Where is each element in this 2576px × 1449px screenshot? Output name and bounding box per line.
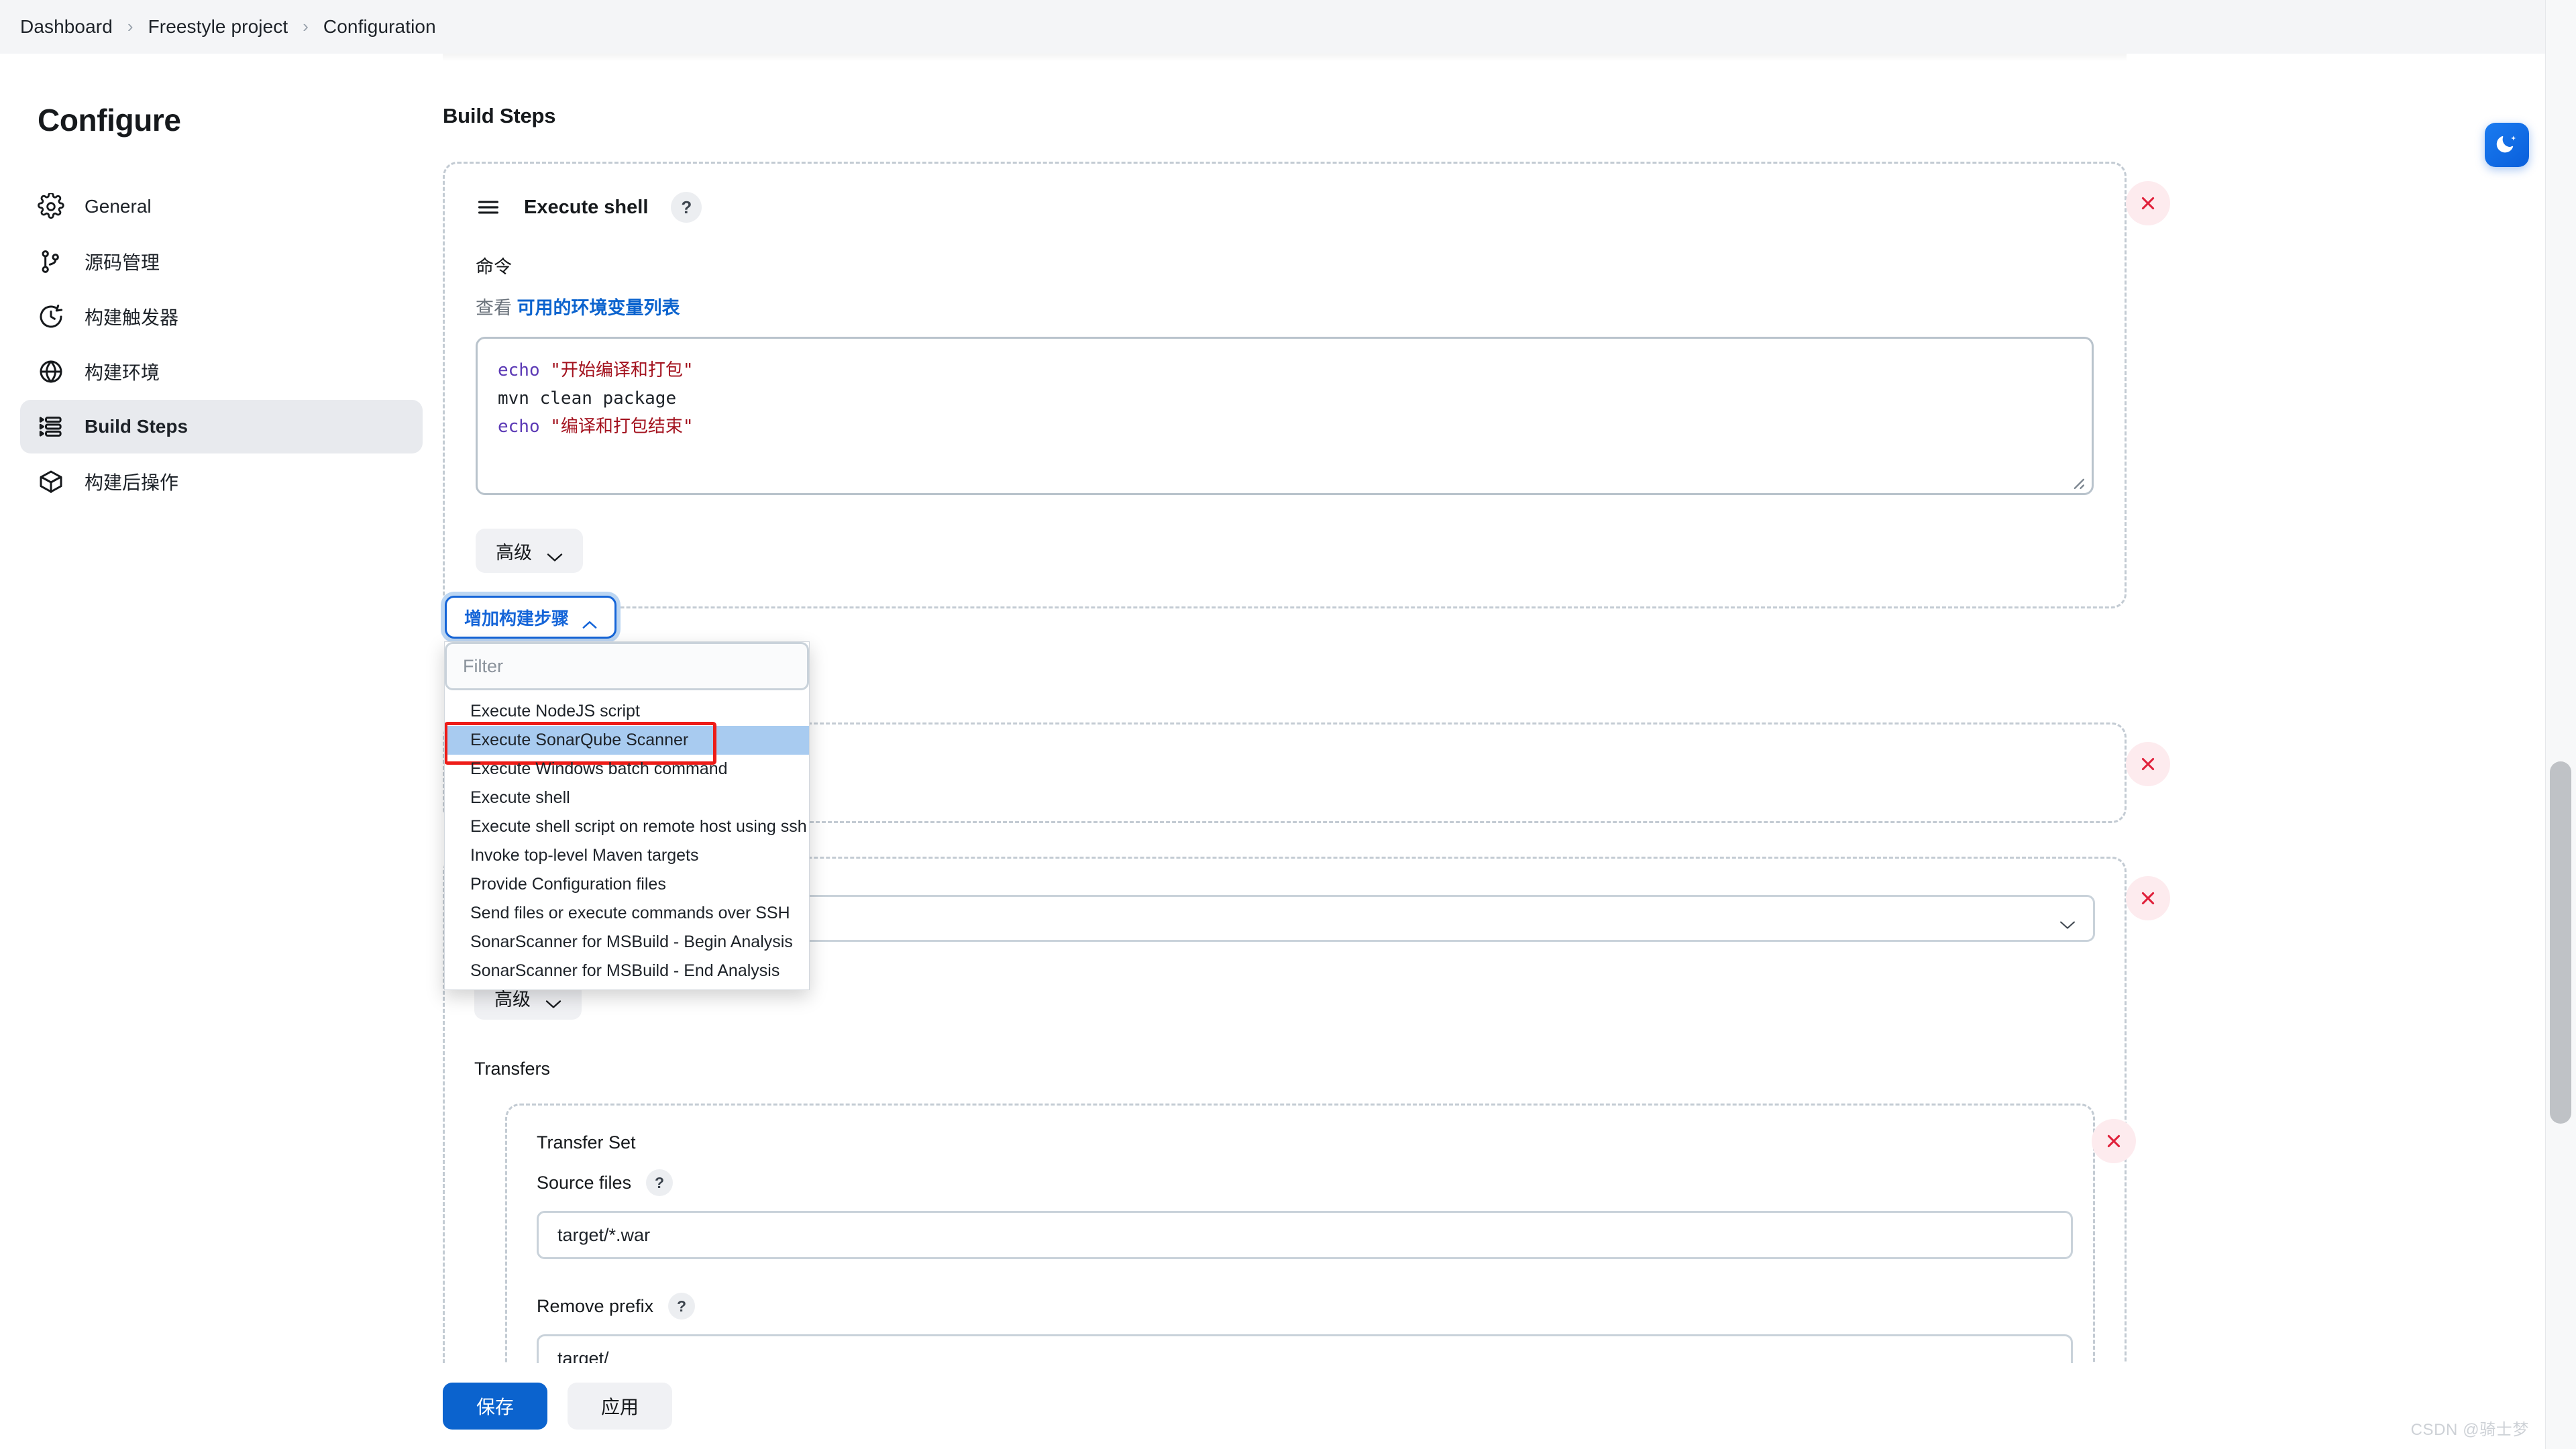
add-build-step-menu: Execute NodeJS script Execute SonarQube … [444, 641, 810, 990]
code-line: echo "编译和打包结束" [498, 413, 2072, 441]
add-build-step-button[interactable]: 增加构建步骤 [445, 596, 617, 639]
env-vars-hint: 查看 可用的环境变量列表 [476, 293, 2094, 319]
gear-icon [38, 193, 64, 220]
apply-button[interactable]: 应用 [568, 1383, 673, 1430]
menu-item[interactable]: Send files or execute commands over SSH [445, 899, 809, 928]
breadcrumb: Dashboard › Freestyle project › Configur… [0, 0, 2545, 54]
section-title-build-steps: Build Steps [443, 104, 556, 127]
sidebar-item-general[interactable]: General [20, 180, 423, 233]
remove-transfer-set-button[interactable] [2092, 1119, 2136, 1163]
main-card-top-shadow [443, 52, 2127, 62]
clock-icon [38, 303, 64, 330]
moon-sparkle-icon [2494, 131, 2520, 159]
sidebar-item-post-build-actions[interactable]: 构建后操作 [20, 455, 423, 508]
scrollbar-thumb[interactable] [2550, 761, 2571, 1124]
help-icon[interactable]: ? [668, 1293, 696, 1320]
sidebar-item-build-triggers[interactable]: 构建触发器 [20, 290, 423, 343]
build-step-name: Execute shell [524, 196, 649, 218]
command-label: 命令 [476, 257, 512, 277]
source-files-input[interactable]: target/*.war [537, 1211, 2073, 1259]
chevron-up-icon [582, 613, 597, 629]
code-plain: mvn clean package [498, 388, 677, 409]
textarea-resize-handle[interactable] [2068, 470, 2085, 490]
filter-input[interactable] [445, 642, 809, 690]
help-icon[interactable]: ? [646, 1169, 674, 1196]
advanced-label: 高级 [496, 542, 532, 563]
code-line: echo "开始编译和打包" [498, 356, 2072, 384]
menu-item[interactable]: Execute NodeJS script [445, 697, 809, 726]
remove-build-step-button[interactable] [2126, 181, 2170, 225]
sidebar-item-build-steps[interactable]: Build Steps [20, 400, 423, 453]
menu-item[interactable]: Provide Configuration files [445, 870, 809, 899]
advanced-button-shell[interactable]: 高级 [476, 529, 583, 573]
package-icon [38, 468, 64, 495]
code-string: "编译和打包结束" [550, 417, 694, 437]
shell-command-textarea[interactable]: echo "开始编译和打包" mvn clean package echo "编… [476, 337, 2094, 495]
menu-item[interactable]: Invoke top-level Maven targets [445, 841, 809, 870]
sidebar-item-label: 构建环境 [85, 362, 160, 383]
vertical-scrollbar[interactable] [2545, 0, 2576, 1449]
env-vars-link[interactable]: 可用的环境变量列表 [517, 298, 680, 318]
remove-build-step-button[interactable] [2126, 876, 2170, 920]
build-step-option-list: Execute NodeJS script Execute SonarQube … [445, 690, 809, 989]
add-build-step-dropdown: 增加构建步骤 Execute NodeJS script Execute Son… [444, 596, 810, 990]
watermark: CSDN @骑士梦 [2410, 1421, 2529, 1439]
chevron-down-icon [2059, 914, 2076, 929]
menu-item[interactable]: Execute shell [445, 784, 809, 812]
theme-toggle-button[interactable] [2485, 123, 2529, 167]
breadcrumb-item-dashboard[interactable]: Dashboard [20, 16, 113, 38]
sidebar-item-label: Build Steps [85, 416, 189, 437]
drag-handle-icon[interactable] [476, 195, 501, 220]
sidebar-item-build-environment[interactable]: 构建环境 [20, 345, 423, 398]
menu-item[interactable]: Execute Windows batch command [445, 755, 809, 784]
menu-item[interactable]: Execute shell script on remote host usin… [445, 812, 809, 841]
sidebar-nav: General 源码管理 构建触发器 构建环境 Build Steps 构建后操… [0, 180, 443, 508]
breadcrumb-item-configuration[interactable]: Configuration [323, 16, 436, 38]
list-icon [38, 413, 64, 440]
breadcrumb-separator: › [303, 16, 309, 36]
sidebar-item-label: 构建触发器 [85, 307, 179, 328]
remove-build-step-button[interactable] [2126, 742, 2170, 786]
page-title: Configure [38, 103, 181, 138]
breadcrumb-separator: › [127, 16, 133, 36]
sidebar-item-label: 构建后操作 [85, 472, 179, 493]
source-files-label: Source files [537, 1172, 632, 1193]
chevron-down-icon [545, 993, 561, 1008]
code-string: "开始编译和打包" [550, 360, 694, 380]
code-keyword: echo [498, 360, 540, 380]
remove-prefix-label: Remove prefix [537, 1295, 654, 1316]
transfers-label: Transfers [474, 1059, 551, 1079]
transfer-set-title: Transfer Set [537, 1132, 636, 1152]
remove-prefix-row: Remove prefix ? [537, 1293, 2063, 1320]
env-vars-prefix: 查看 [476, 298, 512, 318]
menu-item-execute-sonarqube-scanner[interactable]: Execute SonarQube Scanner [445, 722, 809, 765]
action-bar: 保存 应用 [443, 1363, 2127, 1449]
add-build-step-label: 增加构建步骤 [464, 608, 570, 629]
source-files-row: Source files ? [537, 1169, 2063, 1196]
breadcrumb-item-freestyle-project[interactable]: Freestyle project [148, 16, 288, 38]
menu-item[interactable]: SonarScanner for MSBuild - Begin Analysi… [445, 928, 809, 957]
sidebar-item-label: General [85, 196, 152, 217]
sidebar-item-label: 源码管理 [85, 252, 160, 273]
sidebar: Configure General 源码管理 构建触发器 构建环境 Build … [0, 54, 443, 1449]
build-step-execute-shell: Execute shell ? 命令 查看 可用的环境变量列表 echo "开始… [443, 162, 2170, 608]
help-icon[interactable]: ? [671, 192, 702, 223]
code-keyword: echo [498, 417, 540, 437]
globe-icon [38, 358, 64, 385]
code-line: mvn clean package [498, 384, 2072, 413]
save-button[interactable]: 保存 [443, 1383, 548, 1430]
git-branch-icon [38, 248, 64, 275]
app-window: Dashboard › Freestyle project › Configur… [0, 0, 2576, 1449]
build-step-header: Execute shell ? [476, 192, 2094, 223]
chevron-down-icon [547, 546, 563, 561]
sidebar-item-source-code-management[interactable]: 源码管理 [20, 235, 423, 288]
menu-item[interactable]: SonarScanner for MSBuild - End Analysis [445, 957, 809, 985]
